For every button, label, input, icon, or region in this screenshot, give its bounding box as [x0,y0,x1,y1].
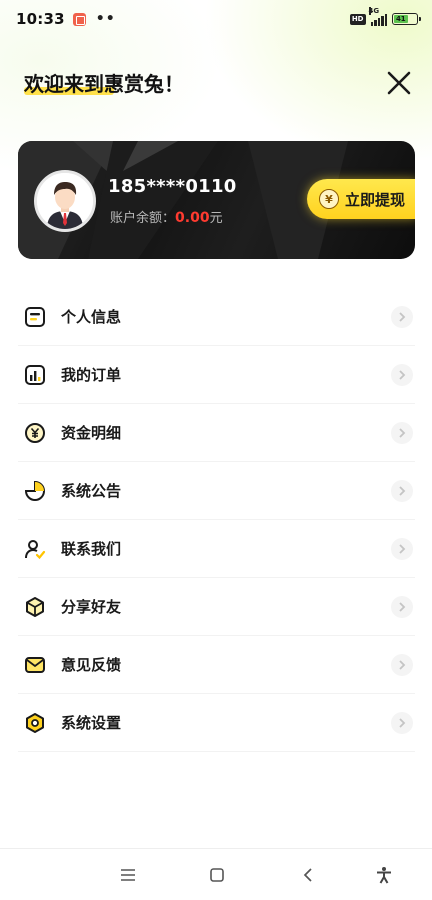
phone-number: 185****0110 [108,176,237,197]
welcome-title: 欢迎来到惠赏兔！ [24,72,184,96]
menu-item-feedback[interactable]: 意见反馈 [18,636,415,694]
chevron-right-icon [391,538,413,560]
yuan-coin-icon [25,422,45,443]
chevron-right-icon [391,306,413,328]
bar-chart-icon [25,364,45,385]
balance-amount: 0.00 [175,210,210,226]
menu-item-label: 个人信息 [61,308,122,326]
withdraw-label: 立即提现 [345,190,406,209]
menu-item-my-orders[interactable]: 我的订单 [18,346,415,404]
more-notifications-icon: •• [95,11,116,27]
network-type: 4G [368,6,380,15]
nav-home-button[interactable] [207,865,227,885]
menu-list: 个人信息 我的订单 资金明细 系统公告 联系我们 分享好友 意见反馈 系统设置 [18,288,415,752]
withdraw-button[interactable]: ¥ 立即提现 [307,179,415,219]
chevron-right-icon [391,364,413,386]
status-bar: 10:33 •• HD 4G 41 [0,0,432,38]
chevron-right-icon [391,480,413,502]
hd-badge: HD [349,13,366,25]
nav-accessibility-button[interactable] [374,865,394,885]
chevron-right-icon [391,422,413,444]
chevron-right-icon [391,654,413,676]
menu-lines-icon [121,869,135,881]
menu-item-announcements[interactable]: 系统公告 [18,462,415,520]
menu-item-label: 系统公告 [61,482,122,500]
chevron-right-icon [391,712,413,734]
menu-item-label: 分享好友 [61,598,122,616]
close-icon [387,71,411,95]
mail-icon [25,656,45,673]
account-balance: 账户余额：0.00元 [110,207,223,226]
app-notification-icon [72,12,86,26]
menu-item-contact-us[interactable]: 联系我们 [18,520,415,578]
nav-back-button[interactable] [298,865,318,885]
menu-item-personal-info[interactable]: 个人信息 [18,288,415,346]
avatar[interactable] [34,170,96,232]
back-arrow-icon [303,868,312,882]
menu-item-share-friends[interactable]: 分享好友 [18,578,415,636]
profile-card-icon [25,306,45,327]
menu-item-label: 联系我们 [61,540,122,558]
pie-chart-icon [24,480,45,501]
menu-item-label: 系统设置 [61,714,122,732]
balance-unit: 元 [209,211,223,226]
coin-icon: ¥ [319,189,339,209]
status-time: 10:33 [16,10,65,28]
signal-icon: 4G [368,6,387,26]
menu-item-label: 资金明细 [61,424,122,442]
drawer-header: 欢迎来到惠赏兔！ [24,66,414,106]
user-avatar-icon [37,173,93,229]
menu-item-label: 我的订单 [61,366,122,384]
accessibility-icon [377,867,391,884]
battery-level: 41 [395,15,406,23]
balance-label: 账户余额： [110,211,176,226]
close-button[interactable] [384,68,414,98]
battery-icon: 41 [392,13,421,25]
account-card: 185****0110 账户余额：0.00元 ¥ 立即提现 [18,141,415,259]
home-square-icon [210,868,224,882]
menu-item-settings[interactable]: 系统设置 [18,694,415,752]
nav-menu-button[interactable] [118,865,138,885]
cube-icon [26,596,44,617]
menu-item-label: 意见反馈 [61,656,122,674]
user-check-icon [25,539,46,559]
settings-hexagon-icon [26,712,44,733]
menu-item-fund-details[interactable]: 资金明细 [18,404,415,462]
chevron-right-icon [391,596,413,618]
system-navigation-bar [0,848,432,900]
status-indicators: HD 4G 41 [349,6,421,26]
